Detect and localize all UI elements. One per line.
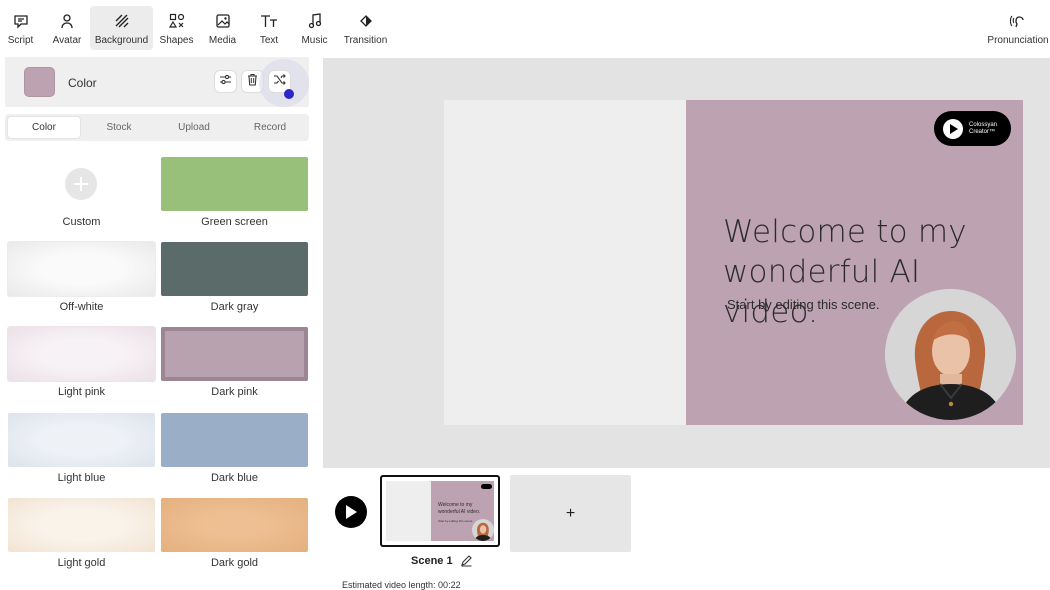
scene-thumbnail[interactable]: Welcome to my wonderful AI video. Start … bbox=[380, 475, 500, 547]
slide-subline[interactable]: Start by editing this scene. bbox=[727, 297, 879, 312]
script-icon bbox=[11, 10, 31, 32]
play-icon bbox=[346, 505, 357, 519]
logo-mark-icon bbox=[943, 118, 963, 139]
logo-text: Colossyan Creator™ bbox=[969, 122, 997, 136]
thumbnail-preview: Welcome to my wonderful AI video. Start … bbox=[386, 481, 494, 541]
background-tabs: Color Stock Upload Record bbox=[5, 114, 309, 141]
logo-line-2: Creator™ bbox=[969, 128, 996, 135]
swatch-dark-pink[interactable] bbox=[161, 327, 308, 381]
tool-label: Background bbox=[94, 35, 149, 46]
cursor-indicator bbox=[284, 89, 294, 99]
scene-label: Scene 1 bbox=[411, 555, 453, 567]
text-icon bbox=[259, 10, 279, 32]
transition-icon bbox=[356, 10, 376, 32]
swatch-green-screen[interactable] bbox=[161, 157, 308, 211]
logo-line-1: Colossyan bbox=[969, 121, 998, 128]
swatch-label: Custom bbox=[62, 216, 101, 228]
tab-color[interactable]: Color bbox=[8, 117, 80, 138]
top-toolbar: Script Avatar Background Shapes Media Te… bbox=[0, 0, 1050, 52]
tool-transition[interactable]: Transition bbox=[342, 6, 389, 50]
colossyan-logo[interactable]: Colossyan Creator™ bbox=[934, 111, 1011, 146]
pronunciation-icon bbox=[1008, 10, 1028, 32]
shuffle-icon bbox=[273, 73, 286, 91]
swatch-label: Dark gray bbox=[210, 301, 259, 313]
tool-label: Music bbox=[301, 35, 328, 46]
thumb-headline-1: Welcome to my bbox=[438, 502, 473, 508]
headline-line-1: Welcome to my bbox=[723, 214, 967, 250]
swatch-light-gold[interactable] bbox=[8, 498, 155, 552]
tool-music[interactable]: Music bbox=[298, 6, 331, 50]
swatch-label: Dark blue bbox=[210, 472, 259, 484]
tab-record[interactable]: Record bbox=[234, 117, 306, 138]
swatch-off-white[interactable] bbox=[8, 242, 155, 296]
tool-label: Text bbox=[259, 35, 279, 46]
swatch-label: Dark pink bbox=[211, 386, 258, 398]
add-scene-button[interactable]: + bbox=[510, 475, 631, 552]
tool-media[interactable]: Media bbox=[206, 6, 239, 50]
swatch-label: Light blue bbox=[57, 472, 106, 484]
shapes-icon bbox=[167, 10, 187, 32]
slide-left-panel[interactable] bbox=[444, 100, 686, 425]
avatar-portrait-icon bbox=[885, 289, 1016, 420]
tool-label: Media bbox=[208, 35, 237, 46]
swatch-label: Light gold bbox=[57, 557, 106, 569]
adjust-button[interactable] bbox=[214, 70, 237, 93]
background-icon bbox=[112, 10, 132, 32]
background-panel-header: Color bbox=[5, 57, 309, 107]
add-icon bbox=[65, 168, 97, 200]
adjust-icon bbox=[219, 73, 232, 91]
tool-label: Transition bbox=[343, 35, 388, 46]
tool-label: Shapes bbox=[159, 35, 194, 46]
swatch-label: Dark gold bbox=[210, 557, 259, 569]
swatch-label: Off-white bbox=[59, 301, 104, 313]
swatch-label: Light pink bbox=[57, 386, 106, 398]
thumb-left-panel bbox=[386, 481, 431, 541]
thumb-headline-2: wonderful AI video. bbox=[438, 509, 481, 515]
swatch-custom[interactable] bbox=[8, 157, 155, 211]
trash-icon bbox=[246, 73, 259, 91]
swatch-light-blue[interactable] bbox=[8, 413, 155, 467]
tool-shapes[interactable]: Shapes bbox=[158, 6, 195, 50]
avatar[interactable] bbox=[885, 289, 1016, 420]
tool-pronunciation[interactable]: Pronunciation bbox=[986, 6, 1050, 50]
avatar-icon bbox=[57, 10, 77, 32]
swatch-light-pink[interactable] bbox=[8, 327, 155, 381]
tool-label: Avatar bbox=[52, 35, 82, 46]
tab-stock[interactable]: Stock bbox=[83, 117, 155, 138]
swatch-dark-blue[interactable] bbox=[161, 413, 308, 467]
thumb-logo bbox=[481, 484, 492, 489]
music-icon bbox=[305, 10, 325, 32]
swatch-label: Green screen bbox=[201, 216, 268, 228]
tool-background[interactable]: Background bbox=[90, 6, 153, 50]
panel-title: Color bbox=[68, 76, 97, 90]
swatch-dark-gray[interactable] bbox=[161, 242, 308, 296]
swatch-dark-gold[interactable] bbox=[161, 498, 308, 552]
tool-avatar[interactable]: Avatar bbox=[49, 6, 85, 50]
scene-canvas[interactable]: Colossyan Creator™ Welcome to my wonderf… bbox=[444, 100, 1023, 425]
tool-text[interactable]: Text bbox=[254, 6, 284, 50]
tool-script[interactable]: Script bbox=[4, 6, 37, 50]
thumb-avatar bbox=[472, 519, 494, 541]
pencil-icon[interactable] bbox=[460, 554, 473, 567]
media-icon bbox=[213, 10, 233, 32]
tool-label: Pronunciation bbox=[987, 35, 1049, 46]
selected-color-swatch[interactable] bbox=[24, 67, 55, 97]
tab-upload[interactable]: Upload bbox=[158, 117, 230, 138]
play-button[interactable] bbox=[335, 496, 367, 528]
thumb-subline: Start by editing this scene. bbox=[438, 519, 474, 523]
thumb-headline: Welcome to my wonderful AI video. bbox=[438, 502, 480, 516]
tool-label: Script bbox=[7, 35, 34, 46]
